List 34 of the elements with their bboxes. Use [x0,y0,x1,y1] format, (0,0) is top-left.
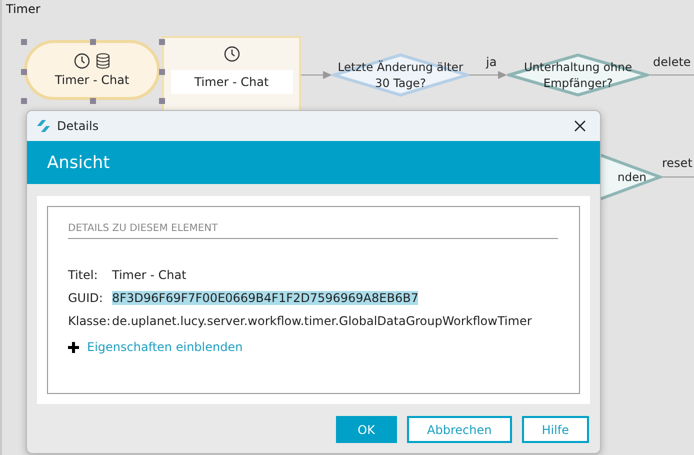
dialog-title: Details [57,119,100,133]
field-value: Timer - Chat [112,268,186,282]
field-value: de.uplanet.lucy.server.workflow.timer.GlobalDataGroupWorkflowTimer [112,314,532,328]
edge-label: ja [486,55,497,69]
dialog-header: Ansicht [27,141,600,184]
field-label: Klasse: [68,314,112,328]
canvas-title: Timer [6,2,40,16]
close-icon[interactable] [574,120,586,132]
database-icon [96,53,110,69]
clock-icon [224,46,240,62]
plus-icon [68,342,79,352]
node-label: Timer - Chat [170,70,292,94]
selection-handle[interactable] [21,69,27,75]
connector-arrow [301,70,332,80]
timer-start-node[interactable]: Timer - Chat [24,40,160,100]
edge-label: delete [653,55,691,69]
section-heading: DETAILS ZU DIESEM ELEMENT [68,223,558,239]
field-value: 8F3D96F69F7F00E0669B4F1F2D7596969A8EB6B7 [112,290,418,304]
selection-handle[interactable] [21,98,27,104]
decision-node[interactable]: Letzte Änderung älter 30 Tage? [332,53,469,97]
connector-arrow [469,70,507,80]
selection-handle[interactable] [90,39,96,45]
field-label: Titel: [68,268,99,282]
node-label: Timer - Chat [54,73,130,87]
decision-node[interactable]: Unterhaltung ohne Empfänger? [507,53,649,97]
selection-handle[interactable] [90,98,96,104]
selection-handle[interactable] [159,39,165,45]
clock-icon [74,53,90,69]
field-label: GUID: [68,290,104,304]
app-logo-icon [35,119,51,133]
selection-handle[interactable] [159,69,165,75]
selection-handle[interactable] [21,39,27,45]
selection-handle[interactable] [159,98,165,104]
edge-label: reset [662,156,692,170]
